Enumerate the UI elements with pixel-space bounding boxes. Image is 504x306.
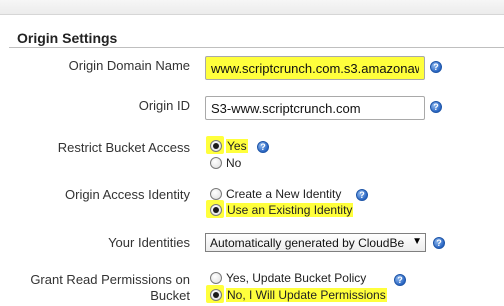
- origin-domain-name-label: Origin Domain Name: [68, 58, 190, 73]
- restrict-bucket-access-no-label: No: [226, 156, 242, 170]
- use-existing-identity-label: Use an Existing Identity: [226, 203, 354, 217]
- origin-access-identity-help-icon[interactable]: ?: [356, 189, 368, 201]
- restrict-bucket-access-yes-option[interactable]: Yes: [206, 136, 248, 154]
- origin-id-help-icon[interactable]: ?: [430, 101, 442, 113]
- origin-id-input[interactable]: [205, 96, 425, 120]
- use-existing-identity-option[interactable]: Use an Existing Identity: [206, 200, 354, 218]
- use-existing-identity-radio[interactable]: [206, 200, 224, 218]
- restrict-bucket-access-yes-radio[interactable]: [206, 136, 224, 154]
- your-identities-label: Your Identities: [108, 235, 190, 250]
- restrict-bucket-access-label: Restrict Bucket Access: [57, 140, 190, 155]
- section-title: Origin Settings: [17, 30, 118, 46]
- restrict-bucket-access-no-option[interactable]: No: [209, 155, 241, 171]
- create-new-identity-option[interactable]: Create a New Identity: [209, 186, 341, 202]
- your-identities-help-icon[interactable]: ?: [433, 237, 445, 249]
- create-new-identity-radio[interactable]: [209, 187, 223, 201]
- your-identities-select[interactable]: Automatically generated by CloudBe ▼: [205, 233, 426, 252]
- section-divider: [9, 47, 504, 48]
- origin-domain-name-input[interactable]: [205, 56, 425, 80]
- restrict-bucket-access-no-radio[interactable]: [209, 156, 223, 170]
- no-update-permissions-option[interactable]: No, I Will Update Permissions: [206, 285, 387, 303]
- origin-id-label: Origin ID: [138, 98, 190, 113]
- your-identities-selected-value: Automatically generated by CloudBe: [210, 236, 405, 250]
- origin-domain-name-help-icon[interactable]: ?: [430, 61, 442, 73]
- no-update-permissions-label: No, I Will Update Permissions: [226, 288, 387, 302]
- update-bucket-policy-option[interactable]: Yes, Update Bucket Policy: [209, 270, 366, 286]
- no-update-permissions-radio[interactable]: [206, 285, 224, 303]
- restrict-bucket-access-help-icon[interactable]: ?: [257, 141, 269, 153]
- dropdown-arrow-icon: ▼: [412, 236, 422, 247]
- restrict-bucket-access-yes-label: Yes: [226, 139, 248, 153]
- grant-read-permissions-help-icon[interactable]: ?: [394, 274, 406, 286]
- top-band: [0, 0, 504, 15]
- update-bucket-policy-radio[interactable]: [209, 271, 223, 285]
- update-bucket-policy-label: Yes, Update Bucket Policy: [226, 271, 367, 285]
- origin-access-identity-label: Origin Access Identity: [65, 187, 190, 202]
- create-new-identity-label: Create a New Identity: [226, 187, 342, 201]
- grant-read-permissions-label: Grant Read Permissions on Bucket: [30, 272, 190, 303]
